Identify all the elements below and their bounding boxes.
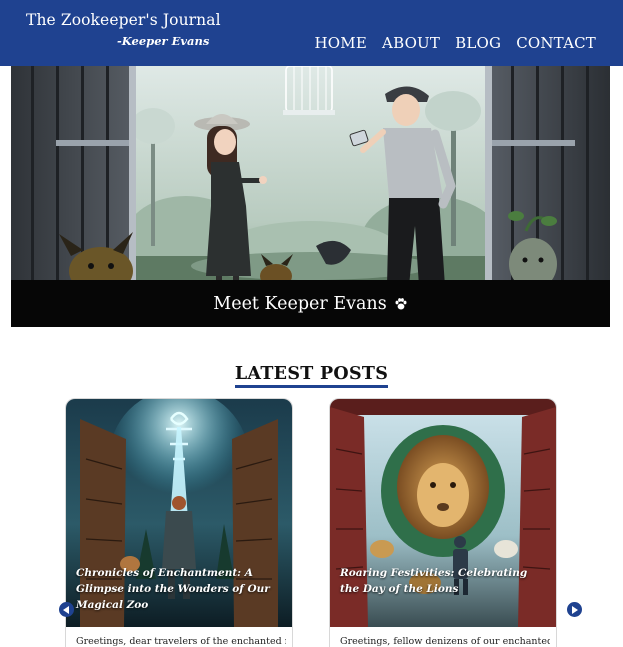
- site-title[interactable]: The Zookeeper's Journal: [26, 11, 221, 29]
- latest-posts-heading-text: LATEST POSTS: [234, 364, 389, 388]
- carousel-next-button[interactable]: [567, 602, 582, 617]
- site-header: The Zookeeper's Journal -Keeper Evans HO…: [0, 0, 623, 66]
- site-author: -Keeper Evans: [117, 34, 210, 48]
- nav-about-link[interactable]: ABOUT: [382, 34, 440, 52]
- chevron-left-icon: [63, 605, 69, 614]
- post-card-2[interactable]: Roaring Festivities: Celebrating the Day…: [330, 399, 556, 647]
- hero-banner[interactable]: Meet Keeper Evans: [11, 66, 610, 327]
- hero-caption-text: Meet Keeper Evans: [213, 293, 387, 314]
- latest-posts-heading: LATEST POSTS: [0, 356, 623, 388]
- nav-home-link[interactable]: HOME: [315, 34, 368, 52]
- post-title[interactable]: Roaring Festivities: Celebrating the Day…: [340, 565, 546, 597]
- carousel-prev-button[interactable]: [59, 602, 74, 617]
- nav-blog-link[interactable]: BLOG: [455, 34, 501, 52]
- paw-icon: [395, 297, 407, 309]
- chevron-right-icon: [572, 605, 578, 614]
- post-excerpt: Greetings, dear travelers of the enchant…: [76, 636, 286, 647]
- nav-contact-link[interactable]: CONTACT: [516, 34, 596, 52]
- main-nav: HOME ABOUT BLOG CONTACT: [315, 34, 596, 52]
- hero-caption: Meet Keeper Evans: [11, 280, 610, 327]
- post-excerpt: Greetings, fellow denizens of our enchan…: [340, 636, 550, 647]
- post-card-1[interactable]: Chronicles of Enchantment: A Glimpse int…: [66, 399, 292, 647]
- post-title[interactable]: Chronicles of Enchantment: A Glimpse int…: [76, 565, 282, 613]
